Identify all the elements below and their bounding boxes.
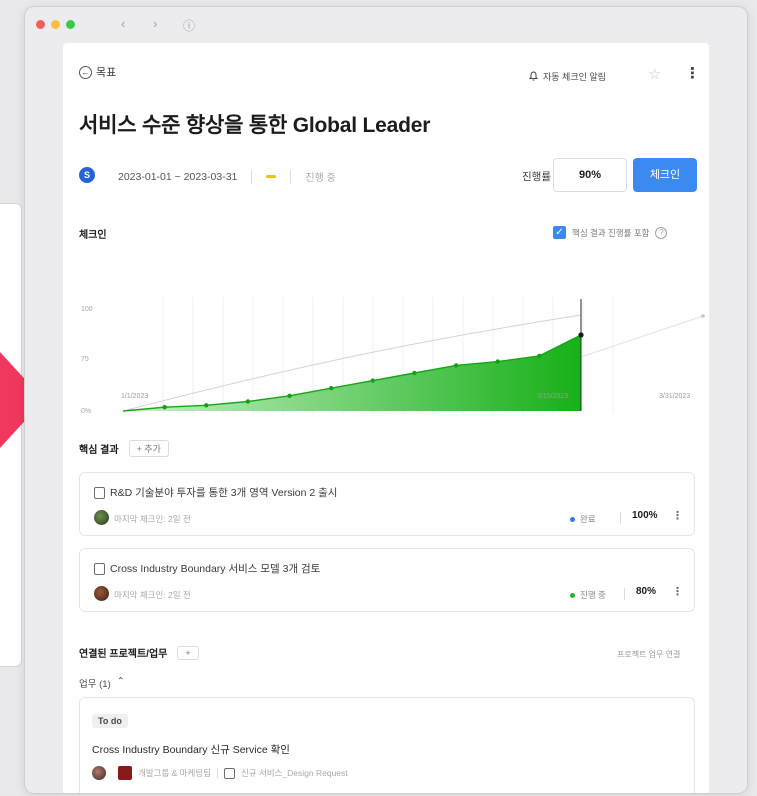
data-point[interactable] xyxy=(328,386,334,391)
link-project-task-link[interactable]: 프로젝트 업무 연결 xyxy=(617,649,680,660)
status-text: 진행 중 xyxy=(305,173,336,184)
data-point[interactable] xyxy=(287,393,292,398)
data-point[interactable] xyxy=(537,353,542,359)
divider xyxy=(624,588,625,600)
x-tick-label: 3/31/2023 xyxy=(659,393,691,400)
data-point[interactable] xyxy=(162,405,167,410)
task-group-label: 업무 (1) xyxy=(79,679,111,690)
document-icon xyxy=(94,563,105,575)
x-tick-label: 3/15/2023 xyxy=(537,393,569,400)
task-title: Cross Industry Boundary 신규 Service 확인 xyxy=(92,744,290,756)
data-point[interactable] xyxy=(412,370,417,376)
key-result-item[interactable]: R&D 기술분야 투자를 통한 3개 영역 Version 2 출시 마지막 체… xyxy=(79,472,695,536)
key-results-header: 핵심 결과 + 추가 xyxy=(79,440,169,457)
avatar xyxy=(92,766,106,780)
key-result-percent[interactable]: 100% xyxy=(632,510,658,521)
back-arrow-icon: ← xyxy=(79,65,92,79)
help-icon[interactable]: ? xyxy=(655,226,668,239)
add-key-result-button[interactable]: + 추가 xyxy=(128,440,169,457)
status-label: 완료 xyxy=(570,513,596,525)
linked-title: 연결된 프로젝트/업무 xyxy=(79,649,168,660)
back-nav-icon[interactable]: ‹ xyxy=(121,16,125,31)
data-point[interactable] xyxy=(370,378,376,383)
date-range[interactable]: 2023-01-01 ~ 2023-03-31 진행 중 xyxy=(118,169,336,184)
divider xyxy=(290,169,292,184)
back-label: 목표 xyxy=(96,67,117,79)
key-result-title: R&D 기술분야 투자를 통한 3개 영역 Version 2 출시 xyxy=(110,487,338,499)
objective-title: 서비스 수준 향상을 통한 Global Leader xyxy=(79,114,431,137)
data-point[interactable] xyxy=(495,359,500,364)
progress-value[interactable]: 90% xyxy=(553,158,627,192)
data-point[interactable] xyxy=(578,332,584,338)
objective-detail-card: ← 목표 자동 체크인 알림 ☆ ⋮ 서비스 수준 향상을 통한 Global … xyxy=(63,43,709,793)
task-group-toggle[interactable]: 업무 (1) ⌃ xyxy=(79,676,125,690)
y-tick-label: 100 xyxy=(81,306,93,313)
linked-header: 연결된 프로젝트/업무 + xyxy=(79,645,199,660)
more-options-icon[interactable]: ⋮ xyxy=(685,64,700,82)
owner-avatar[interactable]: S xyxy=(79,167,95,183)
team-avatar xyxy=(118,766,132,780)
include-kr-progress-toggle[interactable]: ✓ 핵심 결과 진행률 포함 ? xyxy=(553,226,668,239)
y-tick-label: 0% xyxy=(81,408,91,414)
avatar xyxy=(94,586,109,601)
task-card[interactable]: To do Cross Industry Boundary 신규 Service… xyxy=(79,697,695,793)
toggle-label: 핵심 결과 진행률 포함 xyxy=(572,227,650,238)
auto-checkin-notify-link[interactable]: 자동 체크인 알림 xyxy=(528,70,606,83)
task-meta: 개발그룹 & 마케팅팀 신규 서비스_Design Request xyxy=(92,766,348,780)
data-point[interactable] xyxy=(453,363,459,368)
last-checkin: 마지막 체크인: 2일 전 xyxy=(114,590,191,600)
progress-area xyxy=(123,335,581,411)
data-point[interactable] xyxy=(204,403,209,408)
divider xyxy=(216,768,218,778)
data-point[interactable] xyxy=(245,399,251,404)
progress-label: 진행률 xyxy=(522,171,551,183)
app-window: ‹ › ⓘ ← 목표 자동 체크인 알림 ☆ ⋮ 서비스 수준 향상을 통한 G… xyxy=(24,6,748,794)
info-icon[interactable]: ⓘ xyxy=(183,17,195,34)
key-result-percent[interactable]: 80% xyxy=(636,586,656,597)
x-tick-label: 1/1/2023 xyxy=(121,393,149,400)
star-icon[interactable]: ☆ xyxy=(648,65,661,83)
notify-label: 자동 체크인 알림 xyxy=(543,72,606,82)
title-bar: ‹ › ⓘ xyxy=(25,7,747,41)
forecast-line xyxy=(580,315,704,358)
bell-icon xyxy=(528,70,539,83)
target-point xyxy=(701,314,705,318)
document-icon xyxy=(94,487,105,499)
checkin-chart: 100 75 0% xyxy=(81,297,705,414)
add-link-button[interactable]: + xyxy=(177,645,199,660)
key-results-title: 핵심 결과 xyxy=(79,445,119,456)
more-options-icon[interactable]: ⋮ xyxy=(672,509,683,522)
y-tick-label: 75 xyxy=(81,356,89,363)
chevron-up-icon: ⌃ xyxy=(116,676,125,687)
checkbox-icon xyxy=(223,767,235,779)
date-range-text: 2023-01-01 ~ 2023-03-31 xyxy=(118,170,238,183)
zoom-window-button[interactable] xyxy=(66,20,75,29)
task-team: 개발그룹 & 마케팅팀 xyxy=(138,768,211,778)
key-result-item[interactable]: Cross Industry Boundary 서비스 모델 3개 검토 마지막… xyxy=(79,548,695,612)
checkbox-checked-icon[interactable]: ✓ xyxy=(553,226,566,239)
back-to-objectives-link[interactable]: ← 목표 xyxy=(79,64,116,80)
task-project: 신규 서비스_Design Request xyxy=(240,768,348,778)
status-indicator-icon xyxy=(266,175,277,178)
forward-nav-icon[interactable]: › xyxy=(153,16,157,31)
divider xyxy=(620,512,621,524)
checkin-button[interactable]: 체크인 xyxy=(633,158,697,192)
status-label: 진행 중 xyxy=(570,589,606,601)
task-status-tag: To do xyxy=(92,714,128,728)
key-result-title: Cross Industry Boundary 서비스 모델 3개 검토 xyxy=(110,563,321,575)
status-dot xyxy=(570,516,575,522)
more-options-icon[interactable]: ⋮ xyxy=(672,585,683,598)
divider xyxy=(251,169,253,184)
close-window-button[interactable] xyxy=(36,20,45,29)
minimize-window-button[interactable] xyxy=(51,20,60,29)
last-checkin: 마지막 체크인: 2일 전 xyxy=(114,514,191,524)
status-dot xyxy=(570,592,575,598)
avatar xyxy=(94,510,109,525)
